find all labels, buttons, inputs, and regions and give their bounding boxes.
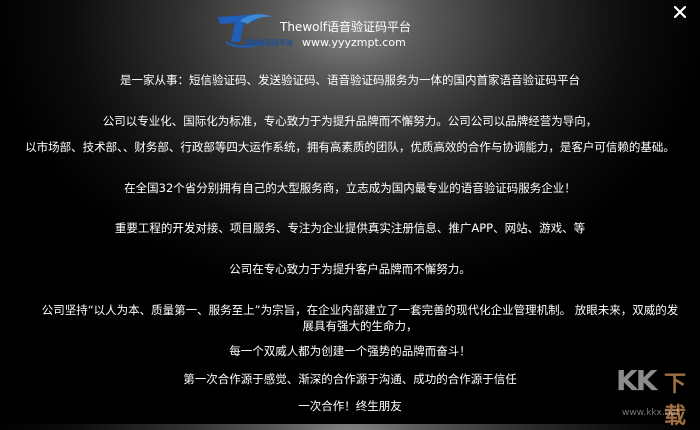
watermark-url: www.kkx.net: [622, 408, 680, 418]
watermark: KK 下载 www.kkx.net: [612, 364, 696, 429]
intro-line: 是一家从事：短信验证码、发送验证码、语音验证码服务为一体的国内首家语音验证码平台: [120, 73, 580, 87]
brand-header: 湛狼验证码平台 Thewolf语音验证码平台 www.yyyzmpt.com: [214, 12, 414, 50]
brand-title: Thewolf语音验证码平台: [280, 20, 412, 34]
brand-url: www.yyyzmpt.com: [302, 36, 406, 49]
watermark-xia: 下载: [664, 372, 687, 429]
text-line-cooperation: 第一次合作源于感觉、渐深的合作源于沟通、成功的合作源于信任: [183, 372, 517, 386]
close-icon: [673, 5, 687, 19]
text-line-standard: 公司以专业化、国际化为标准，专心致力于为提升品牌而不懈努力。公司公司以品牌经营为…: [102, 114, 598, 128]
text-line-philosophy: 公司坚持“以人为本、质量第一、服务至上”为宗旨，在企业内部建立了一套完善的现代化…: [41, 303, 679, 333]
text-line-commitment: 公司在专心致力于为提升客户品牌而不懈努力。: [229, 262, 471, 276]
text-line-brand: 每一个双威人都为创建一个强势的品牌而奋斗！: [229, 344, 471, 358]
logo: 湛狼验证码平台: [214, 12, 293, 50]
text-line-departments: 以市场部、技术部、、财务部、行政部等四大运作系统，拥有高素质的团队，优质高效的合…: [25, 140, 675, 154]
text-line-projects: 重要工程的开发对接、项目服务、专注为企业提供真实注册信息、推广APP、网站、游戏…: [114, 221, 586, 235]
close-button[interactable]: [671, 3, 689, 21]
watermark-kk: KK: [616, 364, 657, 397]
text-line-national: 在全国32个省分别拥有自己的大型服务商，立志成为国内最专业的语音验证码服务企业！: [124, 181, 576, 195]
logo-caption: 湛狼验证码平台: [244, 39, 293, 47]
text-line-motto: 一次合作！终生朋友: [298, 399, 402, 413]
